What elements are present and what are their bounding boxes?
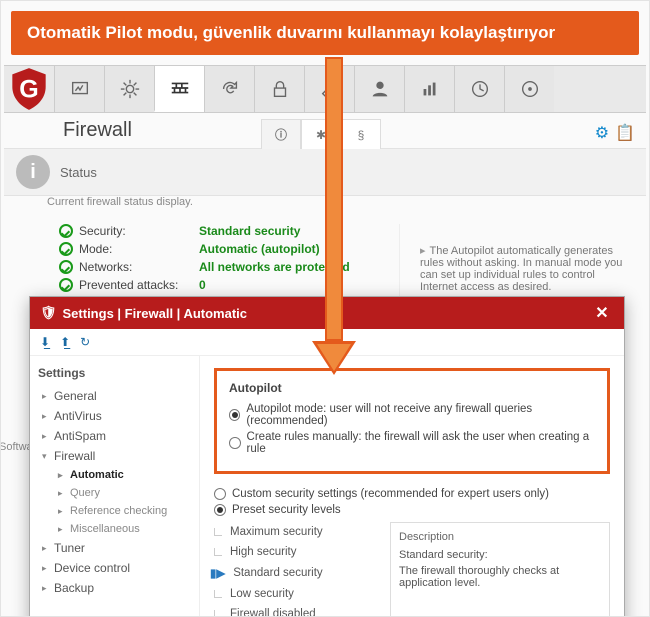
export-icon[interactable]: ⬆̲	[60, 335, 70, 349]
toolbar-schedule-icon[interactable]	[454, 66, 504, 112]
row-val: All networks are protected	[199, 260, 399, 274]
reset-icon[interactable]: ↻	[80, 335, 90, 349]
truncated-background-label: Softwa	[0, 441, 33, 453]
settings-gear-icon[interactable]: ⚙	[595, 123, 609, 143]
level-label: Maximum security	[230, 526, 323, 538]
status-section-header: i Status	[4, 148, 646, 196]
radio-label: Custom security settings (recommended fo…	[232, 488, 549, 500]
tree-node-query[interactable]: ▸Query	[38, 484, 191, 502]
toolbar-virus-icon[interactable]	[104, 66, 154, 112]
autopilot-highlight-box: Autopilot Autopilot mode: user will not …	[214, 368, 610, 474]
dialog-titlebar[interactable]: 🛡 Settings | Firewall | Automatic ✕	[30, 297, 624, 329]
tree-node-misc[interactable]: ▸Miscellaneous	[38, 520, 191, 538]
level-label: Standard security	[233, 567, 323, 579]
tree-node-antivirus[interactable]: ▸AntiVirus	[38, 406, 191, 426]
row-key: Security:	[79, 224, 126, 238]
toolbar-lock-icon[interactable]	[254, 66, 304, 112]
close-icon[interactable]: ✕	[590, 303, 614, 323]
row-key: Mode:	[79, 242, 112, 256]
module-header: Firewall ⓘ ✱ § ⚙ 📋	[1, 113, 649, 148]
row-val: Standard security	[199, 224, 399, 238]
radio-preset-security[interactable]: Preset security levels	[214, 504, 610, 516]
toolbar-update-icon[interactable]	[204, 66, 254, 112]
status-caption: Current firewall status display.	[1, 196, 649, 208]
check-icon	[59, 260, 73, 274]
log-icon[interactable]: 📋	[615, 123, 635, 143]
description-body: The firewall thoroughly checks at applic…	[399, 565, 601, 589]
autopilot-heading: Autopilot	[229, 381, 595, 395]
radio-icon	[229, 437, 241, 449]
settings-tree: Settings ▸General ▸AntiVirus ▸AntiSpam ▾…	[30, 356, 200, 617]
dialog-breadcrumb: Settings | Firewall | Automatic	[63, 306, 248, 321]
radio-icon	[229, 409, 240, 421]
radio-label: Preset security levels	[232, 504, 341, 516]
tree-node-antispam[interactable]: ▸AntiSpam	[38, 426, 191, 446]
tree-node-general[interactable]: ▸General	[38, 386, 191, 406]
import-icon[interactable]: ⬇̲	[40, 335, 50, 349]
radio-label: Autopilot mode: user will not receive an…	[246, 403, 595, 427]
radio-manual-rules[interactable]: Create rules manually: the firewall will…	[229, 431, 595, 455]
settings-dialog: 🛡 Settings | Firewall | Automatic ✕ ⬇̲ ⬆…	[29, 296, 625, 617]
dialog-toolbar: ⬇̲ ⬆̲ ↻	[30, 329, 624, 356]
settings-content: Autopilot Autopilot mode: user will not …	[200, 356, 624, 617]
check-icon	[59, 278, 73, 292]
tree-node-automatic[interactable]: ▸Automatic	[38, 466, 191, 484]
row-val: 0	[199, 278, 399, 292]
level-label: Firewall disabled	[230, 608, 316, 617]
app-toolbar: G	[4, 65, 646, 113]
tree-node-tuner[interactable]: ▸Tuner	[38, 538, 191, 558]
radio-custom-security[interactable]: Custom security settings (recommended fo…	[214, 488, 610, 500]
shield-icon: 🛡	[40, 305, 57, 321]
row-val: Automatic (autopilot)	[199, 242, 399, 256]
tree-node-reference[interactable]: ▸Reference checking	[38, 502, 191, 520]
radio-label: Create rules manually: the firewall will…	[247, 431, 595, 455]
level-label: Low security	[230, 588, 294, 600]
tree-heading: Settings	[38, 366, 191, 380]
check-icon	[59, 242, 73, 256]
toolbar-backup-icon[interactable]	[504, 66, 554, 112]
app-logo-icon: G	[4, 66, 54, 112]
description-title: Standard security:	[399, 549, 601, 561]
description-box: Description Standard security: The firew…	[390, 522, 610, 617]
tree-node-backup[interactable]: ▸Backup	[38, 578, 191, 598]
status-heading: Status	[60, 165, 97, 180]
subtab-info-icon[interactable]: ⓘ	[261, 119, 301, 149]
slider-handle-icon[interactable]: ▮▶	[210, 566, 225, 580]
subtab-rules-icon[interactable]: §	[341, 119, 381, 149]
security-level-slider[interactable]: Maximum security High security ▮▶Standar…	[214, 522, 374, 617]
toolbar-overview-icon[interactable]	[54, 66, 104, 112]
description-heading: Description	[399, 531, 601, 543]
tree-node-device[interactable]: ▸Device control	[38, 558, 191, 578]
svg-text:G: G	[19, 75, 38, 103]
level-label: High security	[230, 546, 296, 558]
toolbar-tools-icon[interactable]	[304, 66, 354, 112]
toolbar-firewall-icon[interactable]	[154, 66, 204, 112]
radio-icon	[214, 504, 226, 516]
tree-node-firewall[interactable]: ▾Firewall	[38, 446, 191, 466]
check-icon	[59, 224, 73, 238]
toolbar-stats-icon[interactable]	[404, 66, 454, 112]
row-key: Prevented attacks:	[79, 278, 178, 292]
annotation-banner: Otomatik Pilot modu, güvenlik duvarını k…	[11, 11, 639, 55]
subtab-config-icon[interactable]: ✱	[301, 119, 341, 149]
radio-autopilot-mode[interactable]: Autopilot mode: user will not receive an…	[229, 403, 595, 427]
toolbar-privacy-icon[interactable]	[354, 66, 404, 112]
radio-icon	[214, 488, 226, 500]
info-badge-icon: i	[16, 155, 50, 189]
row-key: Networks:	[79, 260, 132, 274]
